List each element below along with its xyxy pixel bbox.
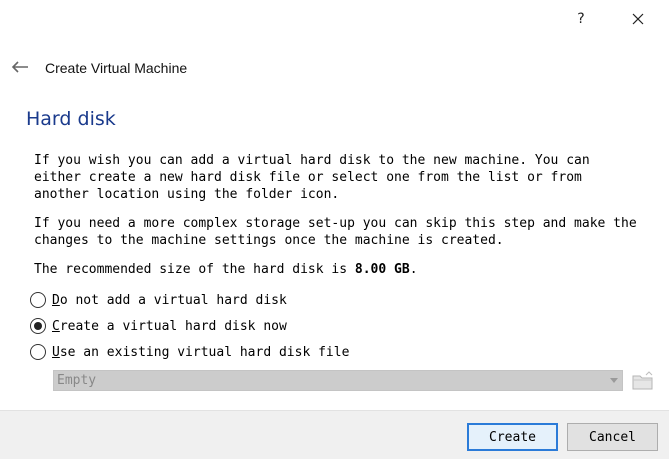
choose-disk-file-button[interactable]: [631, 370, 655, 392]
option-no-disk-label: Do not add a virtual hard disk: [52, 292, 287, 308]
option-use-existing-label: Use an existing virtual hard disk file: [52, 344, 350, 360]
recommended-size-text: The recommended size of the hard disk is…: [34, 261, 418, 278]
wizard-header: Create Virtual Machine: [0, 52, 669, 86]
option-create-disk[interactable]: Create a virtual hard disk now: [30, 316, 287, 336]
back-arrow-icon: [11, 61, 28, 73]
description-paragraph: If you wish you can add a virtual hard d…: [34, 153, 590, 202]
recommended-size-value: 8.00 GB: [354, 262, 410, 277]
create-button[interactable]: Create: [467, 423, 558, 451]
cancel-button[interactable]: Cancel: [567, 423, 658, 451]
title-bar: ?: [0, 0, 669, 38]
back-button[interactable]: [9, 58, 31, 76]
folder-icon: [632, 371, 653, 390]
chevron-down-icon: [610, 378, 618, 383]
radio-use-existing[interactable]: [30, 344, 46, 360]
option-no-disk[interactable]: Do not add a virtual hard disk: [30, 290, 287, 310]
page-title: Hard disk: [26, 108, 116, 130]
wizard-title: Create Virtual Machine: [45, 60, 188, 76]
radio-create-disk[interactable]: [30, 318, 46, 334]
option-create-disk-label: Create a virtual hard disk now: [52, 318, 287, 334]
existing-disk-select-value: Empty: [57, 373, 97, 388]
radio-no-disk[interactable]: [30, 292, 46, 308]
help-button[interactable]: ?: [566, 6, 596, 32]
close-icon: [632, 13, 644, 25]
existing-disk-select[interactable]: Empty: [53, 370, 623, 391]
close-button[interactable]: [623, 6, 653, 32]
option-use-existing[interactable]: Use an existing virtual hard disk file: [30, 342, 349, 362]
recommended-size-suffix: .: [409, 262, 418, 277]
advanced-info-paragraph: If you need a more complex storage set-u…: [34, 216, 637, 248]
recommended-size-prefix: The recommended size of the hard disk is: [34, 262, 355, 277]
button-bar: Create Cancel: [0, 410, 669, 459]
